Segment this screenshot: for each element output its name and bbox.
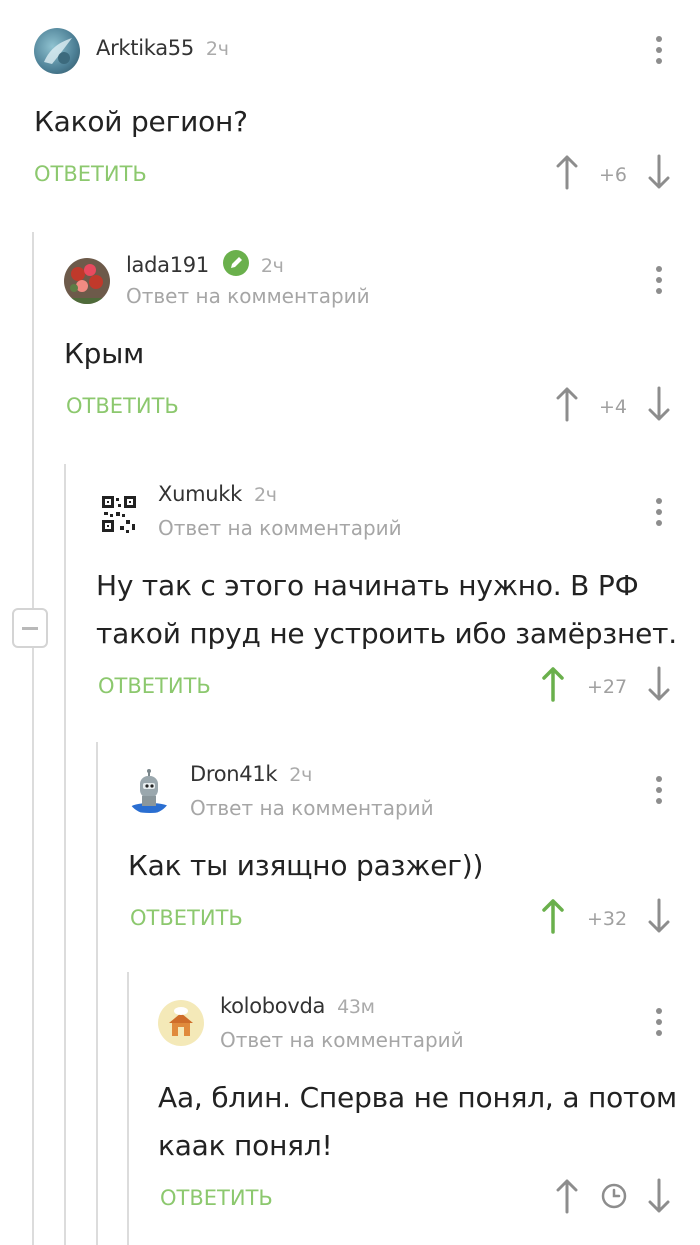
upvote-arrow-icon[interactable] — [556, 154, 578, 190]
upvote-arrow-icon[interactable] — [556, 1178, 578, 1214]
vote-controls — [556, 1178, 676, 1218]
downvote-arrow-icon[interactable] — [648, 386, 670, 422]
comment-text: Крым — [64, 337, 145, 370]
vote-controls: +4 — [556, 386, 676, 426]
vote-controls: +32 — [542, 898, 676, 938]
comment-time: 2ч — [289, 764, 313, 786]
reply-button[interactable]: ОТВЕТИТЬ — [66, 394, 179, 418]
comment-text: Ну так с этого начинать нужно. В РФ тако… — [96, 562, 677, 658]
comment-time: 2ч — [260, 255, 284, 277]
author-name[interactable]: Arktika55 2ч — [96, 36, 229, 60]
vote-score: +6 — [598, 164, 627, 186]
author-name[interactable]: Dron41k 2ч — [190, 762, 312, 786]
comment-text: Аа, блин. Сперва не понял, а потом каак … — [158, 1074, 677, 1170]
thread-line-level-4 — [127, 972, 129, 1245]
downvote-arrow-icon[interactable] — [648, 666, 670, 702]
author-name[interactable]: kolobovda 43м — [220, 994, 375, 1018]
reply-button[interactable]: ОТВЕТИТЬ — [130, 906, 243, 930]
comment-text-line: каак понял! — [158, 1129, 333, 1162]
vote-controls: +27 — [542, 666, 676, 706]
downvote-arrow-icon[interactable] — [648, 1178, 670, 1214]
avatar[interactable] — [158, 1000, 204, 1046]
thread-line-level-1 — [32, 232, 34, 1245]
more-options-icon[interactable] — [654, 36, 664, 66]
more-options-icon[interactable] — [654, 498, 664, 528]
comment-time: 43м — [337, 996, 375, 1018]
reply-to-label[interactable]: Ответ на комментарий — [158, 516, 402, 540]
reply-button[interactable]: ОТВЕТИТЬ — [160, 1186, 273, 1210]
avatar[interactable] — [34, 28, 80, 74]
upvote-arrow-icon[interactable] — [556, 386, 578, 422]
vote-score: +27 — [586, 676, 628, 698]
thread-line-level-2 — [64, 464, 66, 1245]
comment-time: 2ч — [253, 484, 277, 506]
comment-time: 2ч — [205, 38, 229, 60]
comment-text-line: Ну так с этого начинать нужно. В РФ — [96, 569, 639, 602]
upvote-arrow-icon[interactable] — [542, 666, 564, 702]
author-name[interactable]: Xumukk 2ч — [158, 482, 277, 506]
reply-button[interactable]: ОТВЕТИТЬ — [34, 162, 147, 186]
comment-text-line: Аа, блин. Сперва не понял, а потом — [158, 1081, 677, 1114]
vote-score: +4 — [598, 396, 627, 418]
comment-text: Как ты изящно разжег)) — [128, 849, 484, 882]
reply-to-label[interactable]: Ответ на комментарий — [190, 796, 434, 820]
comment-text-line: такой пруд не устроить ибо замёрзнет. — [96, 617, 677, 650]
author-name[interactable]: lada191 2ч — [126, 250, 284, 277]
downvote-arrow-icon[interactable] — [648, 154, 670, 190]
thread-line-level-3 — [96, 742, 98, 1245]
clock-icon — [601, 1183, 627, 1209]
upvote-arrow-icon[interactable] — [542, 898, 564, 934]
collapse-thread-button[interactable] — [12, 608, 48, 648]
vote-score: +32 — [586, 908, 628, 930]
vote-controls: +6 — [556, 154, 676, 194]
comment-text: Какой регион? — [34, 105, 248, 138]
avatar[interactable] — [64, 258, 110, 304]
reply-to-label[interactable]: Ответ на комментарий — [126, 284, 370, 308]
verified-badge-icon — [222, 250, 249, 276]
reply-to-label[interactable]: Ответ на комментарий — [220, 1028, 464, 1052]
more-options-icon[interactable] — [654, 776, 664, 806]
reply-button[interactable]: ОТВЕТИТЬ — [98, 674, 211, 698]
more-options-icon[interactable] — [654, 1008, 664, 1038]
downvote-arrow-icon[interactable] — [648, 898, 670, 934]
avatar[interactable] — [96, 492, 142, 538]
avatar[interactable] — [126, 768, 172, 814]
more-options-icon[interactable] — [654, 266, 664, 296]
